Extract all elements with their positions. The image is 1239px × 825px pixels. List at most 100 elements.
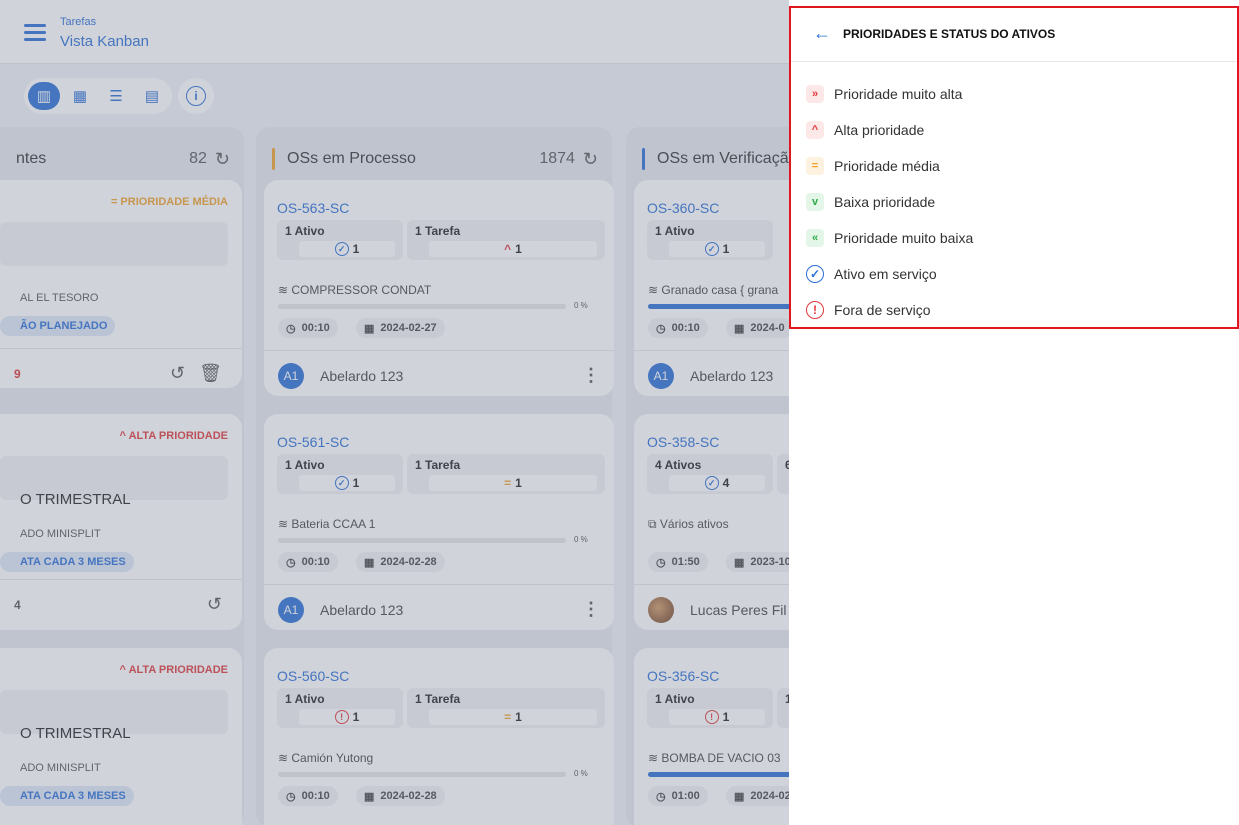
assets-count: 1 [722,710,730,724]
progress-bar [648,772,789,777]
list-view-button[interactable]: ☰ [100,82,132,110]
asset-icon: ≋ [278,517,292,531]
asset-icon: ≋ [278,751,292,765]
legend-label: Alta prioridade [834,122,925,138]
medium-priority-icon: = [504,476,512,490]
work-order-code[interactable]: OS-356-SC [647,668,719,684]
date-text: 2024-0 [750,322,785,334]
status-fragment: 9 [14,366,21,381]
work-order-card[interactable]: ^ ALTA PRIORIDADE O TRIMESTRAL ADO MINIS… [0,414,242,630]
breadcrumb-parent[interactable]: Tarefas [60,16,96,28]
type-pill: ATA CADA 3 MESES [0,552,134,572]
duration-text: 00:10 [301,556,330,568]
column-count: 1874 [539,150,575,167]
refresh-icon[interactable]: ↻ [583,149,598,170]
in-service-icon: ✓ [806,265,824,283]
tasks-box: 1 Tarefa = 1 [407,688,605,728]
card-footer: Lucas Peres Fil [634,584,789,630]
trash-icon[interactable]: 🗑 [199,363,222,384]
high-priority-icon: ^ [806,121,824,139]
panel-title: PRIORIDADES E STATUS DO ATIVOS [843,26,1056,41]
location-text: ADO MINISPLIT [20,762,101,774]
assets-label: 1 Ativo [655,224,695,238]
assets-box: 1 Ativo ✓ 1 [277,454,403,494]
in-service-icon: ✓ [704,476,719,490]
date-text: 2024-02 [750,790,789,802]
card-footer: A1 Abelardo 123 ⋮ [264,584,614,630]
clipboard-view-button[interactable]: ▤ [136,82,168,110]
work-order-card[interactable]: ^ ALTA PRIORIDADE O TRIMESTRAL ADO MINIS… [0,648,242,825]
assets-counter: ! 1 [669,709,765,725]
calendar-icon: ▦ [72,88,88,105]
tasks-counter: = 1 [429,709,597,725]
calendar-icon: ▦ [364,556,375,569]
assets-count: 1 [352,242,360,256]
column-color-bar [642,148,645,170]
work-order-card[interactable]: OS-360-SC 1 Ativo ✓ 1 ≋ Granado casa { gr… [634,180,789,396]
assets-counter: ✓ 1 [299,241,395,257]
info-button[interactable]: i [178,78,214,114]
work-order-code[interactable]: OS-358-SC [647,434,719,450]
duration-pill: ◷ 00:10 [278,786,338,806]
work-order-card[interactable]: OS-563-SC 1 Ativo ✓ 1 1 Tarefa ^ 1 ≋ COMPR… [264,180,614,396]
card-footer: 4 ↺ [0,579,242,629]
tasks-counter: ^ 1 [429,241,597,257]
description-box [0,222,228,266]
duration-text: 01:50 [671,556,700,568]
card-footer: A1 Abelardo 123 ⋮ [264,350,614,396]
calendar-icon: ▦ [734,322,745,335]
page-title: Vista Kanban [60,33,149,50]
work-order-title: O TRIMESTRAL [20,491,131,508]
work-order-card[interactable]: OS-561-SC 1 Ativo ✓ 1 1 Tarefa = 1 ≋ Bater… [264,414,614,630]
in-service-icon: ✓ [704,242,719,256]
date-text: 2024-02-28 [380,790,437,802]
work-order-code[interactable]: OS-360-SC [647,200,719,216]
tasks-count: 1 [515,476,522,490]
legend-label: Prioridade muito alta [834,86,963,102]
kanban-column-in-verification: OSs em Verificaçã OS-360-SC 1 Ativo ✓ 1 ≋… [626,127,789,825]
duration-pill: ◷ 00:10 [278,552,338,572]
column-title: OSs em Processo [287,150,416,167]
assets-count: 1 [352,476,360,490]
progress-bar [278,772,566,777]
card-footer: 9 ↺ 🗑 [0,348,242,388]
assets-label: 1 Ativo [285,692,325,706]
medium-priority-icon: = [806,157,824,175]
refresh-icon[interactable]: ↻ [215,149,230,170]
timer-icon: ◷ [286,322,296,335]
hamburger-menu-icon[interactable] [24,24,46,42]
view-switcher: ▥ ▦ ☰ ▤ [24,78,172,114]
avatar: A1 [648,362,674,389]
work-order-code[interactable]: OS-560-SC [277,668,349,684]
progress-bar [278,304,566,309]
kanban-view-button[interactable]: ▥ [28,82,60,110]
high-priority-icon: ^ [504,242,512,256]
work-order-code[interactable]: OS-561-SC [277,434,349,450]
work-order-code[interactable]: OS-563-SC [277,200,349,216]
duration-text: 00:10 [301,322,330,334]
medium-priority-icon: = [504,710,512,724]
history-icon[interactable]: ↺ [207,594,222,615]
kanban-view: Tarefas Vista Kanban ▥ ▦ ☰ ▤ i ntes 82 ↻… [0,0,789,825]
tasks-count: 1 [515,242,522,256]
calendar-view-button[interactable]: ▦ [64,82,96,110]
work-order-card[interactable]: OS-560-SC 1 Ativo ! 1 1 Tarefa = 1 ≋ Camió… [264,648,614,825]
legend-item: ✓ Ativo em serviço [806,256,973,292]
assets-counter: ✓ 1 [299,475,395,491]
asset-row: ≋ BOMBA DE VACIO 03 [648,751,781,765]
duration-text: 00:10 [671,322,700,334]
more-options-icon[interactable]: ⋮ [582,365,600,386]
more-options-icon[interactable]: ⋮ [582,599,600,620]
back-arrow-icon[interactable]: ← [813,23,831,44]
history-icon[interactable]: ↺ [170,363,185,384]
assets-box: 1 Ativo ✓ 1 [647,220,773,260]
very-high-priority-icon: » [806,85,824,103]
priority-badge: ^ ALTA PRIORIDADE [119,664,228,676]
work-order-card[interactable]: OS-358-SC 4 Ativos ✓ 4 6 ⧉ Vários ativos … [634,414,789,630]
work-order-card[interactable]: = PRIORIDADE MÉDIA AL EL TESORO ÃO PLANE… [0,180,242,388]
card-actions: ↺ 🗑 [170,363,222,384]
column-header: OSs em Processo 1874 ↻ [272,147,598,171]
tasks-label: 1 Tarefa [415,224,461,238]
column-title: OSs em Verificaçã [657,150,789,167]
work-order-card[interactable]: OS-356-SC 1 Ativo ! 1 1 ≋ BOMBA DE VACIO … [634,648,789,825]
